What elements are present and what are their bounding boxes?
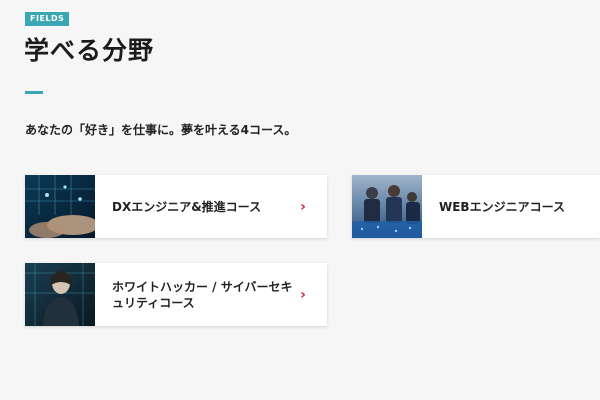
section-lead: あなたの「好き」を仕事に。夢を叶える4コース。 — [25, 123, 297, 137]
course-thumbnail-web — [352, 175, 422, 238]
course-card-dx[interactable]: DXエンジニア&推進コース › — [25, 175, 327, 238]
course-card-web[interactable]: WEBエンジニアコース — [352, 175, 600, 238]
course-label-web: WEBエンジニアコース — [439, 199, 565, 214]
section-badge: FIELDS — [25, 12, 70, 26]
chevron-right-icon: › — [300, 286, 306, 303]
page-title: 学べる分野 — [24, 36, 155, 65]
title-accent-line — [25, 91, 43, 94]
chevron-right-icon: › — [300, 198, 306, 215]
course-thumbnail-dx — [25, 175, 95, 238]
course-thumbnail-security — [25, 263, 95, 326]
course-label-security: ホワイトハッカー / サイバーセキュリティコース — [112, 279, 293, 310]
course-label-dx: DXエンジニア&推進コース — [112, 199, 262, 214]
course-card-security[interactable]: ホワイトハッカー / サイバーセキュリティコース › — [25, 263, 327, 326]
